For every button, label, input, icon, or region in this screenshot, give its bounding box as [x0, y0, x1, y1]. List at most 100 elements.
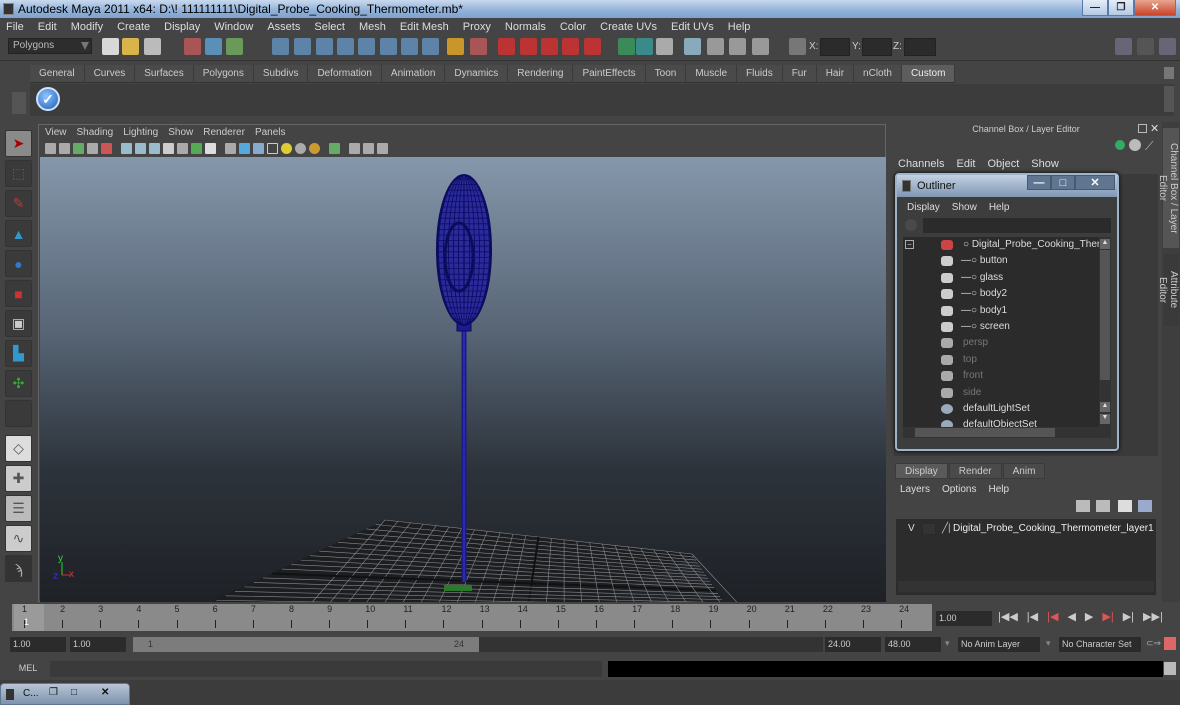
current-frame-field[interactable]: 1.00 [936, 611, 992, 626]
x-field[interactable] [820, 38, 850, 56]
shelf-tab-custom[interactable]: Custom [901, 65, 956, 82]
outliner-filter-input[interactable] [923, 218, 1111, 233]
outliner-item[interactable]: defaultLightSet [903, 401, 1099, 417]
outliner-minimize-button[interactable]: — [1027, 175, 1051, 190]
check-icon[interactable]: ✓ [36, 87, 60, 111]
close-button[interactable]: ✕ [1134, 0, 1176, 16]
filter-icon[interactable] [905, 219, 917, 231]
snap-to-view-planes-icon[interactable] [562, 38, 579, 55]
select-surfaces-icon[interactable] [337, 38, 354, 55]
trash-icon[interactable] [1164, 67, 1174, 79]
shading-icon[interactable] [1129, 139, 1141, 151]
restore-button[interactable]: ❐ [1108, 0, 1134, 16]
shelf-tab-animation[interactable]: Animation [381, 65, 446, 82]
menu-file[interactable]: File [6, 21, 24, 33]
new-scene-icon[interactable] [102, 38, 119, 55]
move-selected-down-icon[interactable] [1138, 500, 1152, 512]
menu-edit[interactable]: Edit [38, 21, 57, 33]
shelf-tab-painteffects[interactable]: PaintEffects [573, 65, 646, 82]
menu-create[interactable]: Create [117, 21, 150, 33]
layer-tab-render[interactable]: Render [948, 463, 1002, 479]
resolution-gate-icon[interactable] [329, 143, 340, 154]
outliner-item[interactable]: —○ glass [903, 270, 1099, 286]
menu-help[interactable]: Help [728, 21, 751, 33]
snap-to-points-icon[interactable] [541, 38, 558, 55]
time-ruler[interactable]: 1 2 3 4 5 6 7 8 9 10 11 12 13 14 15 16 17 18 19 20 21 22 23 24 1 [12, 604, 932, 631]
attribute-editor-side-tab[interactable]: Attribute Editor [1157, 254, 1179, 326]
outliner-hscroll-thumb[interactable] [915, 428, 1055, 437]
rotate-tool-icon[interactable]: ● [5, 250, 32, 277]
show-manipulator-icon[interactable]: ✣ [5, 370, 32, 397]
shaded-cube-icon[interactable] [239, 143, 250, 154]
minimized-window[interactable]: C... ❐ □ ✕ [0, 683, 130, 705]
outliner-show-menu[interactable]: Show [952, 202, 977, 213]
menu-modify[interactable]: Modify [71, 21, 103, 33]
outliner-close-button[interactable]: ✕ [1075, 175, 1115, 190]
outliner-display-menu[interactable]: Display [907, 202, 940, 213]
shadows-icon[interactable] [253, 143, 264, 154]
outliner-item[interactable]: top [903, 352, 1099, 368]
viewport-menu-show[interactable]: Show [168, 127, 193, 138]
outliner-item[interactable]: —○ body1 [903, 303, 1099, 319]
step-forward-key-button[interactable]: ▶| [1123, 610, 1134, 623]
new-layer-icon[interactable] [1076, 500, 1090, 512]
select-handles-icon[interactable] [272, 38, 289, 55]
highlight-selection-icon[interactable] [470, 38, 487, 55]
construction-history-icon[interactable] [656, 38, 673, 55]
scale-tool-icon[interactable]: ■ [5, 280, 32, 307]
outliner-item[interactable]: defaultObjectSet [903, 417, 1099, 427]
collapse-toggle-icon[interactable]: − [905, 240, 914, 249]
menu-mesh[interactable]: Mesh [359, 21, 386, 33]
outliner-horizontal-scrollbar[interactable] [903, 427, 1111, 438]
outliner-persp-layout-icon[interactable]: ☰ [5, 495, 32, 522]
menu-set-dropdown[interactable]: Polygons [8, 38, 92, 54]
outliner-title-bar[interactable]: Outliner — □ ✕ [897, 175, 1117, 197]
y-field[interactable] [862, 38, 892, 56]
close-panel-icon[interactable]: ✕ [1150, 122, 1159, 135]
transform-input-icon[interactable] [789, 38, 806, 55]
soft-modification-icon[interactable]: ▙ [5, 340, 32, 367]
select-by-object-icon[interactable] [205, 38, 222, 55]
shelf-scroll-arrows[interactable] [1164, 86, 1174, 112]
shelf-tab-ncloth[interactable]: nCloth [854, 65, 902, 82]
select-joints-icon[interactable] [294, 38, 311, 55]
menu-display[interactable]: Display [164, 21, 200, 33]
layer-horizontal-scrollbar[interactable] [898, 581, 1154, 592]
four-view-layout-icon[interactable]: ✚ [5, 465, 32, 492]
outliner-item[interactable]: persp [903, 335, 1099, 351]
shelf-tab-subdivs[interactable]: Subdivs [253, 65, 309, 82]
toggle-attribute-editor-icon[interactable] [1115, 38, 1132, 55]
film-gate-icon[interactable] [349, 143, 360, 154]
select-camera-icon[interactable] [45, 143, 56, 154]
animation-preferences-icon[interactable] [1164, 637, 1176, 650]
playback-start-field[interactable]: 1.00 [70, 637, 126, 652]
step-forward-frame-button[interactable]: ▶| [1102, 610, 1113, 623]
new-layer-selected-icon[interactable] [1096, 500, 1110, 512]
menu-edit-mesh[interactable]: Edit Mesh [400, 21, 449, 33]
select-curves-icon[interactable] [316, 38, 333, 55]
minimize-button[interactable]: — [1082, 0, 1108, 16]
light-yellow-icon[interactable] [281, 143, 292, 154]
layer-options-menu[interactable]: Options [942, 484, 976, 495]
channel-box-side-tab[interactable]: Channel Box / Layer Editor [1157, 128, 1179, 248]
snap-to-grids-icon[interactable] [498, 38, 515, 55]
minimized-restore-button[interactable]: ❐ [49, 687, 58, 698]
render-settings-icon[interactable] [752, 38, 769, 55]
anim-layer-dropdown[interactable]: No Anim Layer [958, 637, 1040, 652]
outliner-vertical-scrollbar[interactable]: ▲ ▲ ▼ [1099, 237, 1111, 427]
bookmarks-icon[interactable] [73, 143, 84, 154]
output-operations-icon[interactable] [636, 38, 653, 55]
shelf-tab-fluids[interactable]: Fluids [737, 65, 783, 82]
mel-language-toggle[interactable]: MEL [8, 661, 48, 676]
anim-layer-dropdown-arrow[interactable]: ▾ [945, 638, 950, 649]
playback-end-field[interactable]: 24.00 [825, 637, 881, 652]
character-set-dropdown[interactable]: No Character Set [1059, 637, 1141, 652]
outliner-item[interactable]: —○ body2 [903, 286, 1099, 302]
render-current-frame-icon[interactable] [707, 38, 724, 55]
menu-select[interactable]: Select [314, 21, 345, 33]
viewport-menu-panels[interactable]: Panels [255, 127, 286, 138]
scroll-up-arrow[interactable]: ▲ [1100, 239, 1110, 249]
maya-logo-icon[interactable]: ϡ [5, 555, 32, 582]
universal-manipulator-icon[interactable]: ▣ [5, 310, 32, 337]
save-scene-icon[interactable] [144, 38, 161, 55]
